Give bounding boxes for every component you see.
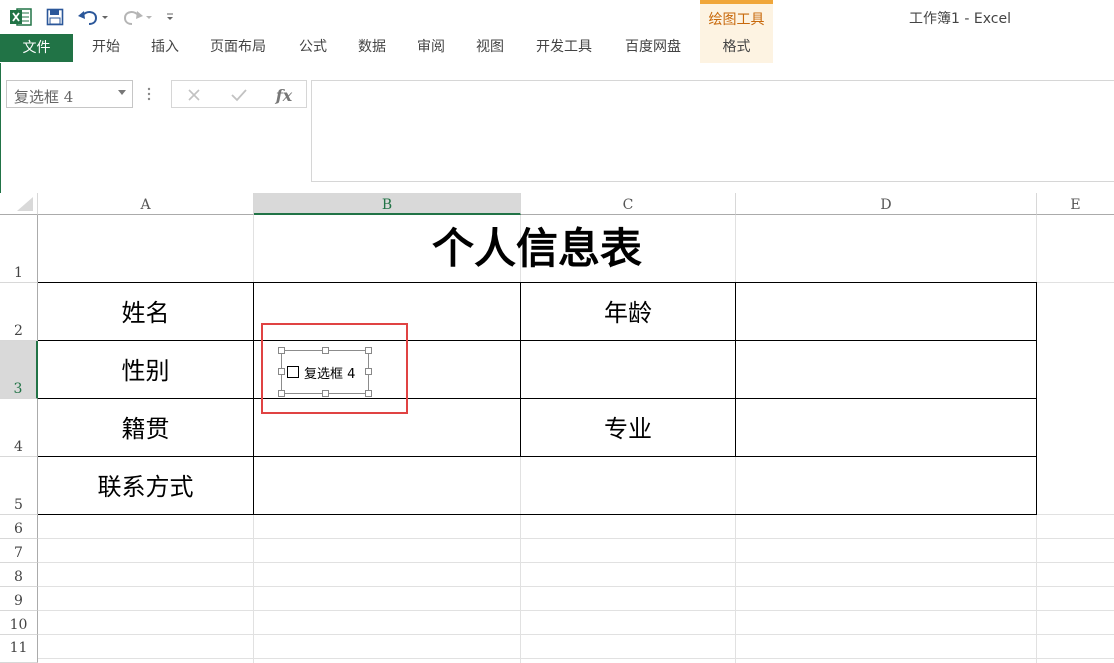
column-header-c[interactable]: C: [521, 193, 736, 215]
row-header-9[interactable]: 9: [0, 587, 38, 611]
cell-name-label[interactable]: 姓名: [38, 283, 253, 340]
excel-logo-icon[interactable]: [8, 6, 34, 28]
row-header-1[interactable]: 1: [0, 215, 38, 283]
formula-bar-resize-handle[interactable]: [147, 86, 155, 104]
row-number: 4: [14, 439, 23, 455]
undo-icon[interactable]: [76, 6, 110, 28]
drawing-tools-label: 绘图工具: [708, 12, 765, 28]
name-box-value: 复选框 4: [14, 88, 74, 106]
redo-icon[interactable]: [120, 6, 154, 28]
row-header-11[interactable]: 11: [0, 635, 38, 663]
resize-handle[interactable]: [278, 390, 285, 397]
tab-format[interactable]: 格式: [700, 34, 773, 60]
formula-buttons: fx: [171, 80, 307, 108]
formula-bar-input[interactable]: [311, 80, 1114, 182]
save-icon[interactable]: [44, 6, 66, 28]
select-all-corner[interactable]: [0, 193, 38, 215]
row-number: 9: [14, 593, 23, 609]
row-header-7[interactable]: 7: [0, 539, 38, 563]
tab-file[interactable]: 文件: [0, 34, 73, 62]
title-bar: 工作簿1 - Excel: [0, 0, 1114, 34]
cancel-entry-icon[interactable]: [180, 84, 208, 106]
cell-age-label[interactable]: 年龄: [521, 283, 735, 340]
gridline: [38, 658, 1114, 659]
gridline: [38, 538, 1114, 539]
ribbon-tabs: 文件 开始 插入 页面布局 公式 数据 审阅 视图 开发工具 百度网盘 格式: [0, 34, 1114, 63]
row-number: 8: [14, 569, 23, 585]
resize-handle[interactable]: [322, 390, 329, 397]
row-header-6[interactable]: 6: [0, 515, 38, 539]
insert-function-label: fx: [275, 85, 293, 105]
tab-view[interactable]: 视图: [463, 34, 517, 60]
resize-handle[interactable]: [278, 368, 285, 375]
row-number: 6: [14, 521, 23, 537]
resize-handle[interactable]: [278, 347, 285, 354]
row-number: 5: [14, 497, 23, 513]
tab-baidu-netdisk[interactable]: 百度网盘: [616, 34, 690, 60]
row-number: 10: [9, 617, 28, 633]
row-number: 3: [13, 381, 23, 397]
table-border: [1036, 282, 1037, 515]
row-header-4[interactable]: 4: [0, 399, 38, 457]
confirm-entry-icon[interactable]: [225, 84, 253, 106]
name-box[interactable]: 复选框 4: [6, 80, 133, 108]
tab-insert[interactable]: 插入: [138, 34, 192, 60]
table-border: [38, 514, 1037, 515]
resize-handle[interactable]: [365, 347, 372, 354]
tab-home[interactable]: 开始: [79, 34, 133, 60]
resize-handle[interactable]: [322, 347, 329, 354]
customize-quick-access-icon[interactable]: [162, 6, 178, 28]
gridline: [38, 562, 1114, 563]
window-title: 工作簿1 - Excel: [909, 11, 1011, 27]
row-header-8[interactable]: 8: [0, 563, 38, 587]
row-number: 7: [14, 545, 23, 561]
tab-formulas[interactable]: 公式: [286, 34, 340, 60]
checkbox-square-icon[interactable]: [287, 366, 299, 378]
column-header-d[interactable]: D: [736, 193, 1037, 215]
row-number: 1: [14, 265, 23, 281]
cell-gender-label[interactable]: 性别: [38, 341, 253, 398]
sheet-title[interactable]: 个人信息表: [38, 216, 1036, 282]
tab-review[interactable]: 审阅: [404, 34, 458, 60]
gridline: [38, 634, 1114, 635]
gridline: [38, 610, 1114, 611]
table-border: [735, 282, 736, 457]
insert-function-icon[interactable]: fx: [270, 84, 298, 106]
checkbox-label[interactable]: 复选框 4: [304, 363, 355, 382]
tab-page-layout[interactable]: 页面布局: [201, 34, 275, 60]
row-header-5[interactable]: 5: [0, 457, 38, 515]
resize-handle[interactable]: [365, 368, 372, 375]
gridline: [38, 586, 1114, 587]
name-box-dropdown-icon[interactable]: [118, 90, 126, 95]
row-number: 2: [14, 323, 23, 339]
cell-native-label[interactable]: 籍贯: [38, 399, 253, 456]
table-border: [253, 282, 254, 515]
resize-handle[interactable]: [365, 390, 372, 397]
tab-data[interactable]: 数据: [345, 34, 399, 60]
select-all-triangle-icon: [17, 197, 33, 211]
cell-contact-label[interactable]: 联系方式: [38, 457, 253, 514]
tab-developer[interactable]: 开发工具: [527, 34, 601, 60]
row-header-10[interactable]: 10: [0, 611, 38, 635]
cell-major-label[interactable]: 专业: [521, 399, 735, 456]
row-number: 11: [9, 640, 28, 656]
column-header-b[interactable]: B: [254, 193, 521, 215]
row-header-2[interactable]: 2: [0, 283, 38, 341]
column-header-a[interactable]: A: [38, 193, 254, 215]
row-header-3[interactable]: 3: [0, 341, 38, 399]
drawing-tools-accent: [700, 0, 773, 4]
column-header-e[interactable]: E: [1037, 193, 1114, 215]
